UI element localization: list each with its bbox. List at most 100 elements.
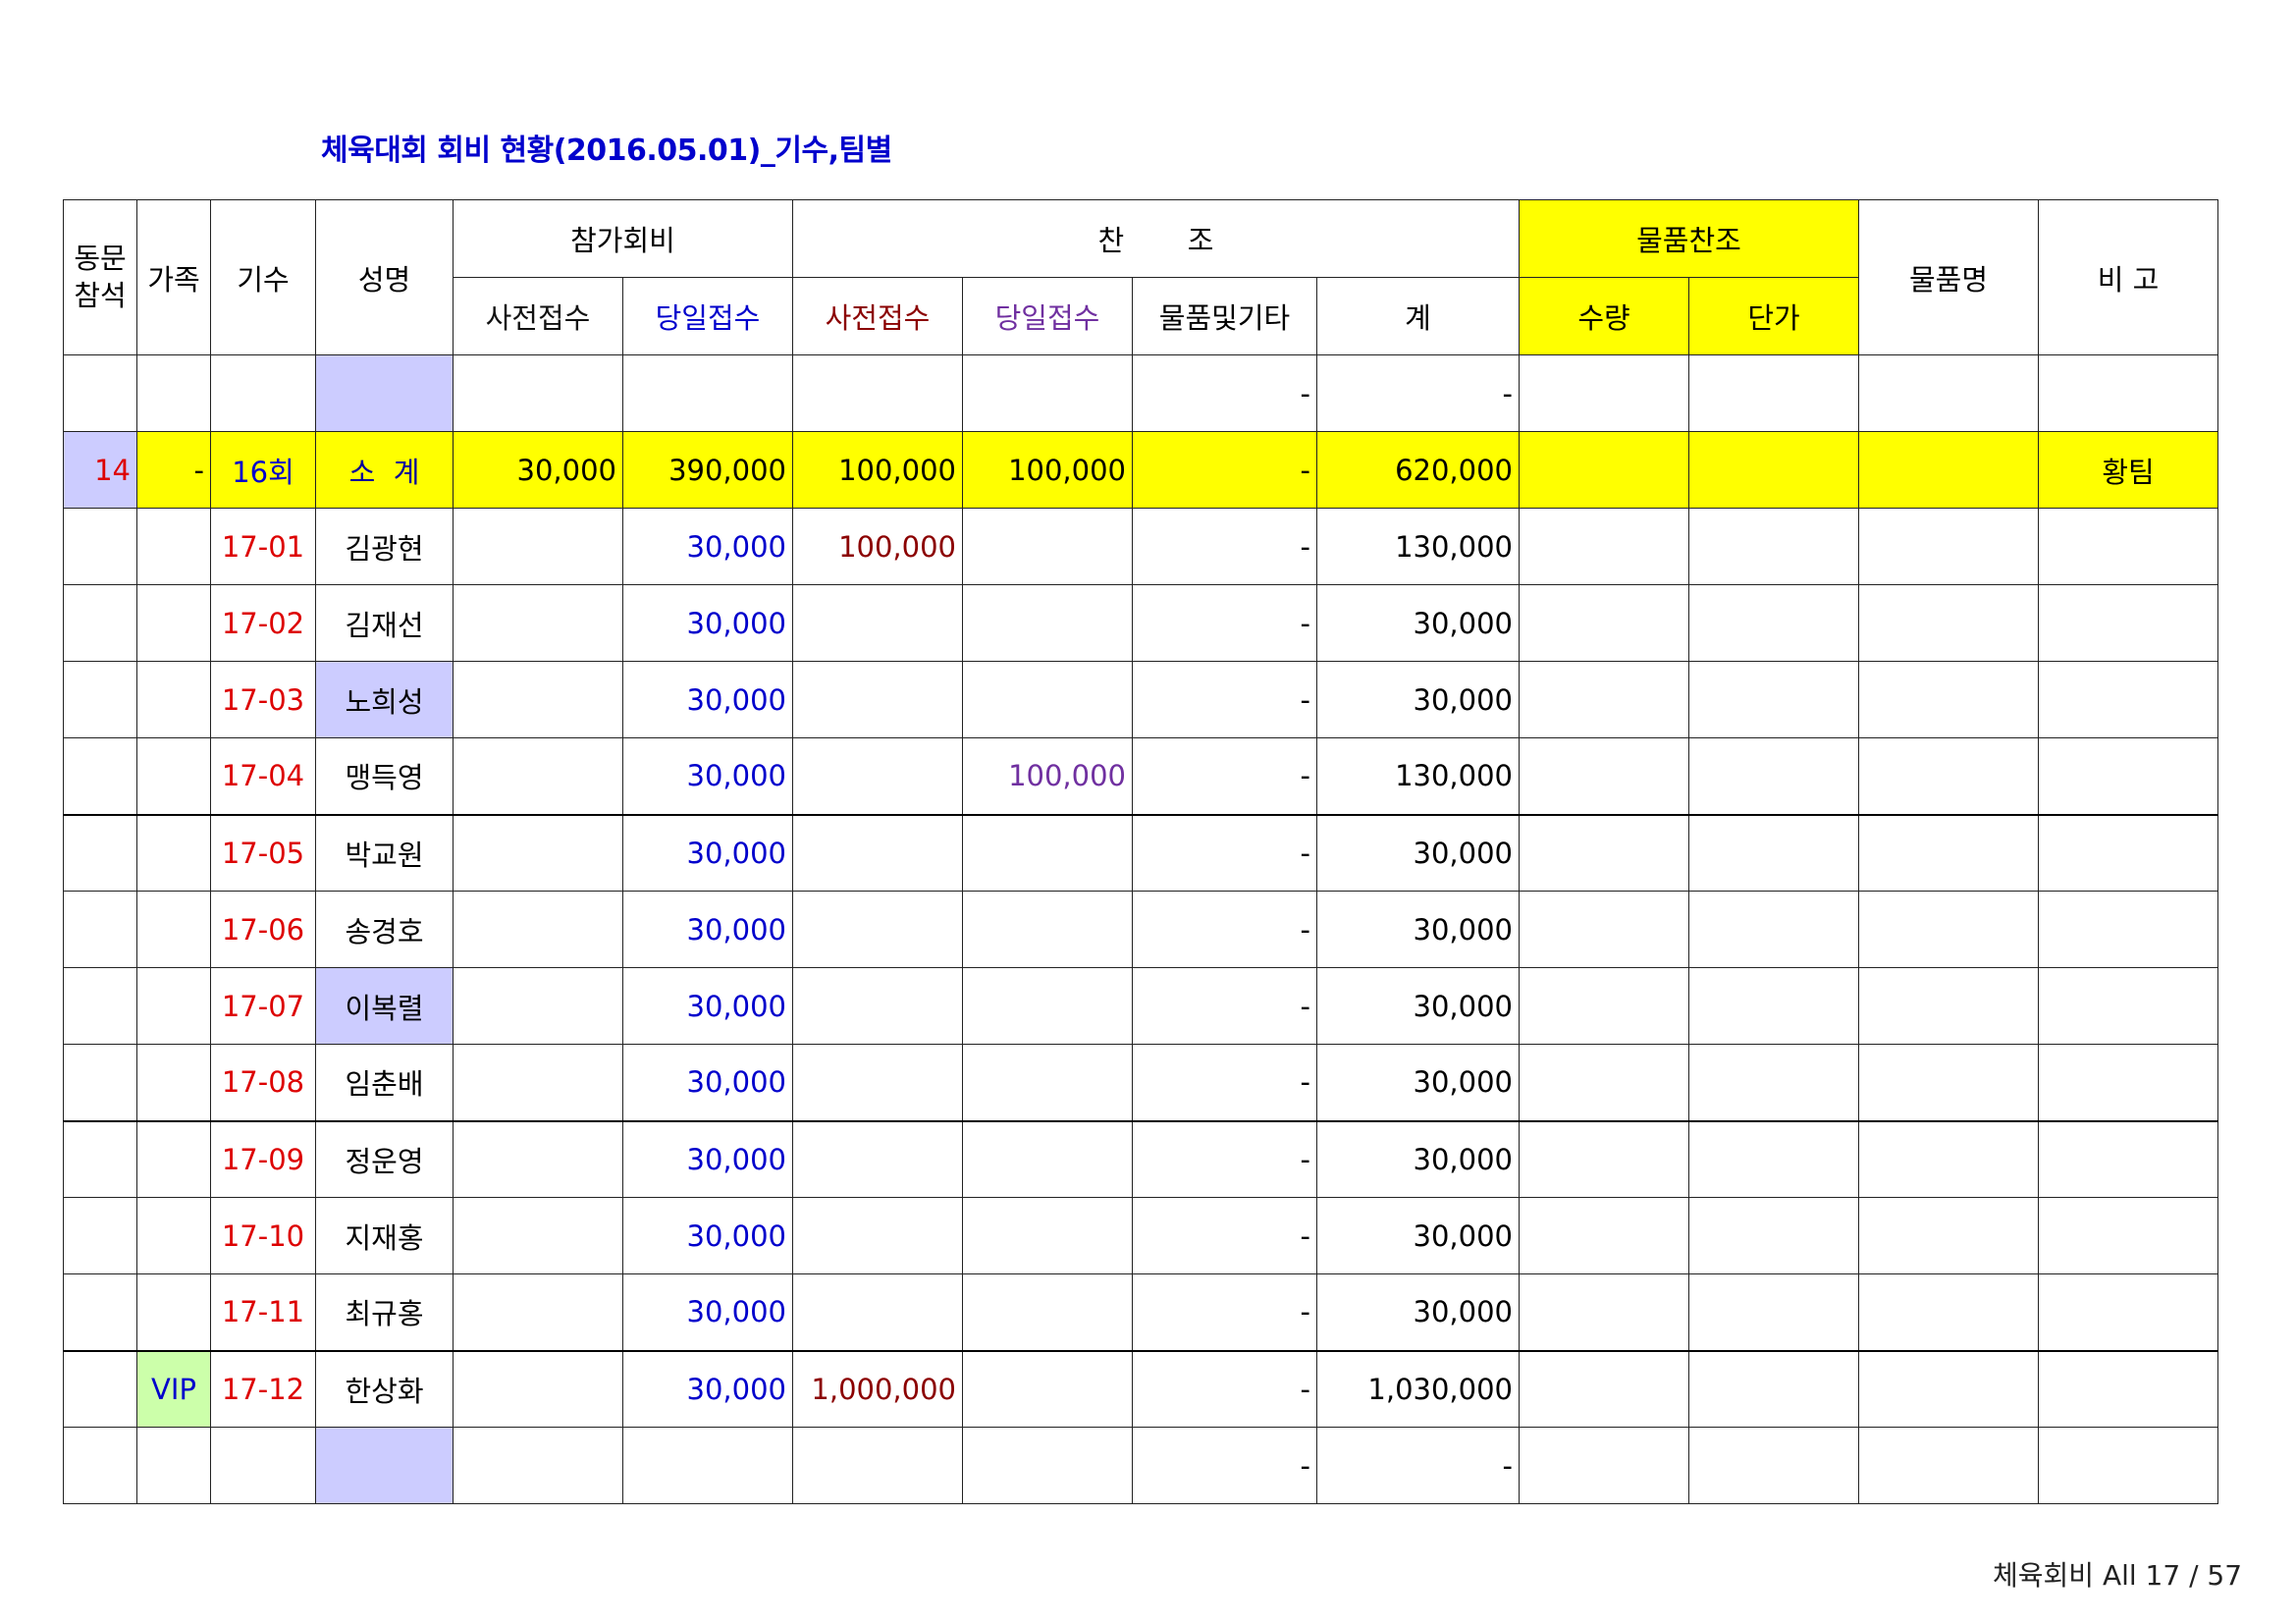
- cell-family: [136, 891, 211, 968]
- cell-quantity: [1519, 737, 1689, 815]
- cell-pre-receipt: 30,000: [453, 431, 623, 509]
- cell-unit-price: [1688, 1197, 1859, 1274]
- cell-quantity: [1519, 1349, 1689, 1428]
- cell-quantity: [1519, 813, 1689, 892]
- cell-pre-receipt: [453, 891, 623, 968]
- cell-spon-pre: [792, 1119, 963, 1198]
- cell-day-receipt: 30,000: [622, 1044, 793, 1121]
- cell-day-receipt: 30,000: [622, 508, 793, 585]
- cell-spon-day: 100,000: [962, 737, 1133, 815]
- cell-goods-name: [1858, 584, 2039, 662]
- header-pre-receipt: 사전접수: [453, 277, 623, 355]
- cell-dongmun: [63, 1119, 137, 1198]
- cell-day-receipt: 30,000: [622, 1273, 793, 1351]
- cell-spon-pre: [792, 1044, 963, 1121]
- cell-day-receipt: 30,000: [622, 661, 793, 738]
- cell-quantity: [1519, 1197, 1689, 1274]
- cell-quantity: [1519, 584, 1689, 662]
- table-row: VIP 17-12 한상화 30,000 1,000,000 -1,030,000: [63, 1349, 2218, 1428]
- cell-spon-pre: 100,000: [792, 431, 963, 509]
- cell-dongmun: [63, 1349, 137, 1428]
- header-spon-pre-receipt: 사전접수: [792, 277, 963, 355]
- cell-pre-receipt: [453, 1119, 623, 1198]
- header-goods-sponsorship: 물품찬조: [1519, 199, 1859, 278]
- cell-goods-etc: -: [1132, 813, 1317, 892]
- cell-remarks: [2038, 891, 2218, 968]
- cell-dongmun: [63, 967, 137, 1045]
- cell-pre-receipt: [453, 1273, 623, 1351]
- cell-gisu: 17-02: [210, 584, 316, 662]
- table-row: 17-01 김광현 30,000 100,000 -130,000: [63, 508, 2218, 585]
- cell-total: 30,000: [1316, 967, 1520, 1045]
- cell-gisu: 17-11: [210, 1273, 316, 1351]
- cell-unit-price: [1688, 1349, 1859, 1428]
- cell-spon-pre: 1,000,000: [792, 1349, 963, 1428]
- cell-goods-etc: -: [1132, 891, 1317, 968]
- cell-name: 김재선: [315, 584, 454, 662]
- cell-total: 30,000: [1316, 1273, 1520, 1351]
- cell-total: 130,000: [1316, 508, 1520, 585]
- cell-spon-day: [962, 1119, 1133, 1198]
- cell-quantity: [1519, 1044, 1689, 1121]
- cell-gisu: 17-07: [210, 967, 316, 1045]
- cell-spon-day: [962, 1349, 1133, 1428]
- cell-remarks: 황팀: [2038, 431, 2218, 509]
- cell-total: 1,030,000: [1316, 1349, 1520, 1428]
- cell-goods-etc: -: [1132, 1197, 1317, 1274]
- cell-quantity: [1519, 1119, 1689, 1198]
- cell-goods-name: [1858, 1044, 2039, 1121]
- cell-remarks: [2038, 1197, 2218, 1274]
- cell-dongmun: [63, 508, 137, 585]
- header-goods-name: 물품명: [1858, 199, 2039, 355]
- header-remarks: 비 고: [2038, 199, 2218, 355]
- cell-day-receipt: 30,000: [622, 891, 793, 968]
- cell-family: [136, 661, 211, 738]
- cell-spon-pre: [792, 813, 963, 892]
- cell-goods-etc: -: [1132, 661, 1317, 738]
- cell-gisu: 17-05: [210, 813, 316, 892]
- header-unit-price: 단가: [1688, 277, 1859, 355]
- cell-unit-price: [1688, 1044, 1859, 1121]
- cell-name: 임춘배: [315, 1044, 454, 1121]
- cell-quantity: [1519, 661, 1689, 738]
- cell-family: [136, 967, 211, 1045]
- cell-pre-receipt: [453, 508, 623, 585]
- fee-status-table: 동문 참석 가족 기수 성명 참가회비 찬 조 물품찬조 물품명 비 고 사전접…: [63, 199, 2218, 1504]
- cell-goods-name: [1858, 1349, 2039, 1428]
- table-row: 17-02 김재선 30,000-30,000: [63, 584, 2218, 662]
- cell-goods-name: [1858, 967, 2039, 1045]
- cell-goods-name: [1858, 661, 2039, 738]
- cell-dongmun: [63, 737, 137, 815]
- cell-spon-pre: [792, 891, 963, 968]
- cell-name: 소 계: [315, 431, 454, 509]
- cell-spon-day: [962, 584, 1133, 662]
- cell-total: 30,000: [1316, 891, 1520, 968]
- cell-name: 이복렬: [315, 967, 454, 1045]
- cell-gisu: 17-01: [210, 508, 316, 585]
- cell-pre-receipt: [453, 737, 623, 815]
- cell-dongmun: [63, 891, 137, 968]
- cell-dongmun: [63, 1044, 137, 1121]
- cell-unit-price: [1688, 967, 1859, 1045]
- cell-pre-receipt: [453, 967, 623, 1045]
- cell-dongmun: [63, 1197, 137, 1274]
- cell-gisu: 17-06: [210, 891, 316, 968]
- cell-remarks: [2038, 1044, 2218, 1121]
- cell-family: [136, 737, 211, 815]
- cell-family: [136, 1119, 211, 1198]
- document-title: 체육대회 회비 현황(2016.05.01)_기수,팀별: [321, 134, 892, 168]
- cell-remarks: [2038, 813, 2218, 892]
- cell-goods-etc: -: [1132, 737, 1317, 815]
- cell-name: 박교원: [315, 813, 454, 892]
- cell-spon-day: [962, 661, 1133, 738]
- blank-top-row: - -: [63, 354, 2218, 432]
- header-total: 계: [1316, 277, 1520, 355]
- cell-goods-name: [1858, 1197, 2039, 1274]
- cell-unit-price: [1688, 1119, 1859, 1198]
- cell-dongmun: [63, 584, 137, 662]
- cell-remarks: [2038, 737, 2218, 815]
- cell-total: -: [1316, 1427, 1520, 1504]
- cell-goods-etc: -: [1132, 1044, 1317, 1121]
- cell-day-receipt: 30,000: [622, 737, 793, 815]
- cell-family: [136, 508, 211, 585]
